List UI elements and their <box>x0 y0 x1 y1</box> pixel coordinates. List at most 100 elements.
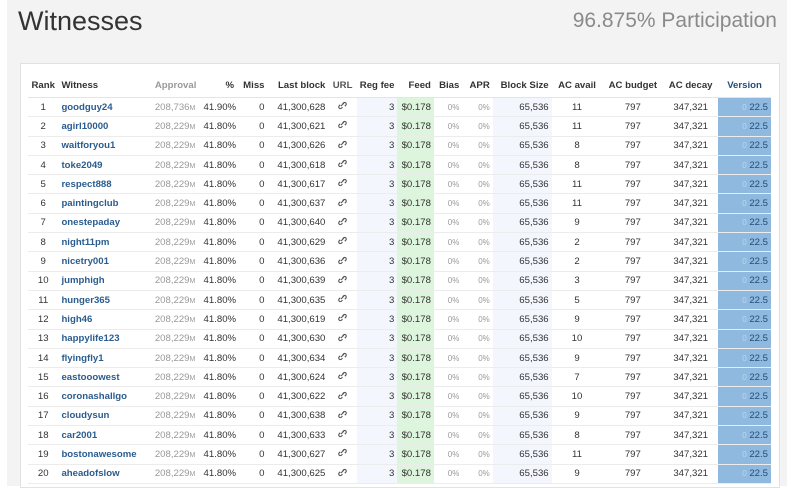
witness-cell[interactable]: aheadofslow <box>58 464 152 484</box>
witness-link[interactable]: jumphigh <box>61 275 104 286</box>
url-cell[interactable] <box>328 116 357 137</box>
url-cell[interactable] <box>328 406 357 427</box>
witness-cell[interactable]: onestepaday <box>58 213 152 234</box>
col-apr[interactable]: APR <box>462 73 493 98</box>
witness-cell[interactable]: paintingclub <box>58 193 152 214</box>
url-cell[interactable] <box>328 271 357 291</box>
col-reg-fee[interactable]: Reg fee <box>356 73 398 98</box>
link-icon[interactable] <box>338 293 347 307</box>
col-version[interactable]: Version <box>718 73 771 98</box>
link-icon[interactable] <box>338 370 347 384</box>
url-cell[interactable] <box>328 155 357 176</box>
link-icon[interactable] <box>338 409 347 423</box>
link-icon[interactable] <box>338 332 347 346</box>
witness-cell[interactable]: night11pm <box>58 232 152 253</box>
witness-link[interactable]: goodguy24 <box>61 102 112 113</box>
link-icon[interactable] <box>338 255 347 269</box>
url-cell[interactable] <box>328 213 357 234</box>
witness-link[interactable]: bostonawesome <box>61 449 136 460</box>
witness-link[interactable]: cloudysun <box>61 410 109 421</box>
witness-cell[interactable]: cloudysun <box>58 406 152 427</box>
witness-cell[interactable]: agirl10000 <box>58 116 152 137</box>
col-rank[interactable]: Rank <box>28 73 59 98</box>
link-icon[interactable] <box>338 216 347 230</box>
url-cell[interactable] <box>328 444 357 465</box>
witness-link[interactable]: coronashallgo <box>61 391 127 402</box>
witness-cell[interactable]: eastooowest <box>58 367 152 388</box>
col-block-size[interactable]: Block Size <box>492 73 552 98</box>
witness-link[interactable]: paintingclub <box>61 198 118 209</box>
witness-cell[interactable]: flyingfly1 <box>58 348 152 369</box>
col-last-block[interactable]: Last block <box>267 73 329 98</box>
link-icon[interactable] <box>338 274 347 288</box>
witness-link[interactable]: aheadofslow <box>61 468 119 479</box>
witness-link[interactable]: high46 <box>61 314 92 325</box>
block-size-cell: 65,536 <box>492 213 552 234</box>
url-cell[interactable] <box>328 174 357 195</box>
witness-link[interactable]: car2001 <box>61 430 97 441</box>
feed-cell: $0.178 <box>397 97 434 118</box>
witness-cell[interactable]: bostonawesome <box>58 444 152 465</box>
link-icon[interactable] <box>338 119 347 133</box>
url-cell[interactable] <box>328 232 357 253</box>
witness-link[interactable]: night11pm <box>61 237 109 248</box>
col-miss[interactable]: Miss <box>237 73 268 98</box>
witness-link[interactable]: toke2049 <box>61 160 102 171</box>
witness-cell[interactable]: high46 <box>58 309 152 330</box>
url-cell[interactable] <box>328 309 357 330</box>
link-icon[interactable] <box>338 390 347 404</box>
witness-link[interactable]: nicetry001 <box>61 256 108 267</box>
link-icon[interactable] <box>338 139 347 153</box>
url-cell[interactable] <box>328 367 357 388</box>
witness-link[interactable]: eastooowest <box>61 372 119 383</box>
url-cell[interactable] <box>328 348 357 369</box>
url-cell[interactable] <box>328 193 357 214</box>
witness-cell[interactable]: nicetry001 <box>58 251 152 272</box>
witness-link[interactable]: agirl10000 <box>61 121 108 132</box>
url-cell[interactable] <box>328 425 357 446</box>
col-ac-budget[interactable]: AC budget <box>602 73 664 98</box>
reg-fee-cell: 3 <box>356 386 398 407</box>
witness-cell[interactable]: goodguy24 <box>58 97 152 118</box>
url-cell[interactable] <box>328 97 357 118</box>
link-icon[interactable] <box>338 312 347 326</box>
col-feed[interactable]: Feed <box>397 73 434 98</box>
url-cell[interactable] <box>328 329 357 349</box>
witness-link[interactable]: onestepaday <box>61 217 120 228</box>
witness-link[interactable]: happylife123 <box>61 333 119 344</box>
link-icon[interactable] <box>338 100 347 114</box>
link-icon[interactable] <box>338 197 347 211</box>
col-bias[interactable]: Bias <box>433 73 463 98</box>
witness-link[interactable]: hunger365 <box>61 295 110 306</box>
url-cell[interactable] <box>328 464 357 484</box>
link-icon[interactable] <box>338 447 347 461</box>
link-icon[interactable] <box>338 467 347 481</box>
url-cell[interactable] <box>328 136 357 156</box>
witness-cell[interactable]: waitforyou1 <box>58 136 152 156</box>
url-cell[interactable] <box>328 386 357 407</box>
witness-link[interactable]: respect888 <box>61 179 111 190</box>
col-ac-decay[interactable]: AC decay <box>663 73 719 98</box>
witness-cell[interactable]: coronashallgo <box>58 386 152 407</box>
witness-cell[interactable]: jumphigh <box>58 271 152 291</box>
url-cell[interactable] <box>328 290 357 311</box>
link-icon[interactable] <box>338 177 347 191</box>
col-approval[interactable]: Approval <box>151 73 201 98</box>
col-url[interactable]: URL <box>328 73 357 98</box>
witness-cell[interactable]: happylife123 <box>58 329 152 349</box>
witness-cell[interactable]: respect888 <box>58 174 152 195</box>
witness-cell[interactable]: toke2049 <box>58 155 152 176</box>
witness-cell[interactable]: car2001 <box>58 425 152 446</box>
col-witness[interactable]: Witness <box>58 73 152 98</box>
col-percent[interactable]: % <box>200 73 238 98</box>
witness-cell[interactable]: hunger365 <box>58 290 152 311</box>
version-value: 22.5 <box>749 429 768 441</box>
url-cell[interactable] <box>328 251 357 272</box>
link-icon[interactable] <box>338 351 347 365</box>
col-ac-avail[interactable]: AC avail <box>551 73 603 98</box>
link-icon[interactable] <box>338 158 347 172</box>
witness-link[interactable]: waitforyou1 <box>61 140 115 151</box>
witness-link[interactable]: flyingfly1 <box>61 353 103 364</box>
link-icon[interactable] <box>338 428 347 442</box>
link-icon[interactable] <box>338 235 347 249</box>
